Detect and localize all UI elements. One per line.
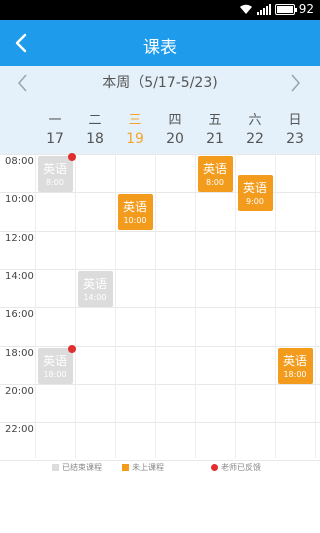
legend-swatch bbox=[211, 464, 218, 471]
next-week-button[interactable] bbox=[285, 72, 305, 94]
weekday-name: 三 bbox=[128, 113, 142, 128]
course-card[interactable]: 英语 18:00 bbox=[277, 348, 313, 384]
course-title: 英语 bbox=[42, 162, 67, 176]
grid-column-line bbox=[35, 154, 36, 458]
feedback-dot-icon bbox=[67, 345, 76, 353]
feedback-dot-icon bbox=[67, 153, 76, 161]
grid-column-line bbox=[275, 154, 276, 458]
grid-column-line bbox=[155, 154, 156, 458]
day-date: 17 bbox=[46, 131, 64, 147]
course-card[interactable]: 英语 18:00 bbox=[37, 345, 76, 384]
signal-icon bbox=[256, 3, 271, 15]
course-title: 英语 bbox=[82, 277, 107, 291]
status-bar: 92 bbox=[0, 0, 320, 20]
weekday-name: 日 bbox=[288, 113, 302, 128]
wifi-icon bbox=[239, 4, 252, 14]
schedule-grid: 08:00 10:00 12:00 14:00 16:00 18:00 20:00 22:00… bbox=[0, 153, 320, 461]
course-time: 8:00 bbox=[206, 178, 224, 187]
week-title: 本周（5/17-5/23) bbox=[102, 75, 218, 91]
battery-icon bbox=[274, 3, 297, 15]
course-card[interactable]: 英语 8:00 bbox=[37, 153, 76, 192]
day-date: 21 bbox=[206, 131, 224, 147]
course-title: 英语 bbox=[202, 162, 227, 176]
legend-label: 已结束课程 bbox=[62, 463, 102, 472]
course-card[interactable]: 英语 10:00 bbox=[117, 194, 153, 230]
course-time: 10:00 bbox=[123, 216, 147, 225]
week-header: 本周（5/17-5/23) 一 17 二 18 三 19 四 20 五 21 六 22 日 23 bbox=[0, 66, 320, 154]
legend-item: 已结束课程 bbox=[52, 462, 102, 473]
time-label: 22:00 bbox=[5, 424, 34, 435]
legend-label: 未上课程 bbox=[132, 463, 164, 472]
grid-column-line bbox=[75, 154, 76, 458]
grid-row-line bbox=[0, 384, 320, 385]
day-date: 19 bbox=[126, 131, 144, 147]
day-date: 20 bbox=[166, 131, 184, 147]
legend-swatch bbox=[52, 464, 59, 471]
grid-row-line bbox=[0, 422, 320, 423]
course-time: 9:00 bbox=[246, 197, 264, 206]
grid-row-line bbox=[0, 346, 320, 347]
course-time: 18:00 bbox=[283, 370, 307, 379]
course-card[interactable]: 英语 8:00 bbox=[197, 156, 233, 192]
course-card[interactable]: 英语 9:00 bbox=[237, 175, 273, 211]
course-time: 8:00 bbox=[46, 178, 64, 187]
course-title: 英语 bbox=[42, 354, 67, 368]
time-label: 12:00 bbox=[5, 233, 34, 244]
weekday-name: 二 bbox=[88, 113, 102, 128]
page-title: 课表 bbox=[143, 38, 177, 58]
weekday-name: 四 bbox=[168, 113, 182, 128]
grid-row-line bbox=[0, 307, 320, 308]
course-title: 英语 bbox=[122, 200, 147, 214]
weekday-name: 一 bbox=[48, 113, 62, 128]
legend-item: 老师已反馈 bbox=[211, 462, 261, 473]
legend-label: 老师已反馈 bbox=[221, 463, 261, 472]
grid-row-line bbox=[0, 231, 320, 232]
legend: 已结束课程 未上课程 老师已反馈 bbox=[0, 461, 320, 475]
app-header: 课表 bbox=[0, 20, 320, 66]
day-date: 18 bbox=[86, 131, 104, 147]
status-icons: 92 bbox=[239, 2, 314, 16]
time-label: 20:00 bbox=[5, 386, 34, 397]
grid-column-line bbox=[195, 154, 196, 458]
battery-level: 92 bbox=[298, 2, 314, 16]
legend-swatch bbox=[122, 464, 129, 471]
course-title: 英语 bbox=[282, 354, 307, 368]
time-label: 10:00 bbox=[5, 194, 34, 205]
time-label: 08:00 bbox=[5, 156, 34, 167]
course-time: 18:00 bbox=[43, 370, 67, 379]
course-card[interactable]: 英语 14:00 bbox=[77, 271, 113, 307]
grid-column-line bbox=[115, 154, 116, 458]
weekday-name: 六 bbox=[248, 113, 262, 128]
day-date: 23 bbox=[286, 131, 304, 147]
weekday-name: 五 bbox=[208, 113, 222, 128]
course-title: 英语 bbox=[242, 181, 267, 195]
course-time: 14:00 bbox=[83, 293, 107, 302]
time-label: 16:00 bbox=[5, 309, 34, 320]
time-label: 18:00 bbox=[5, 348, 34, 359]
grid-column-line bbox=[235, 154, 236, 458]
grid-row-line bbox=[0, 154, 320, 155]
grid-row-line bbox=[0, 269, 320, 270]
legend-item: 未上课程 bbox=[122, 462, 164, 473]
time-label: 14:00 bbox=[5, 271, 34, 282]
day-date: 22 bbox=[246, 131, 264, 147]
grid-column-line bbox=[315, 154, 316, 458]
